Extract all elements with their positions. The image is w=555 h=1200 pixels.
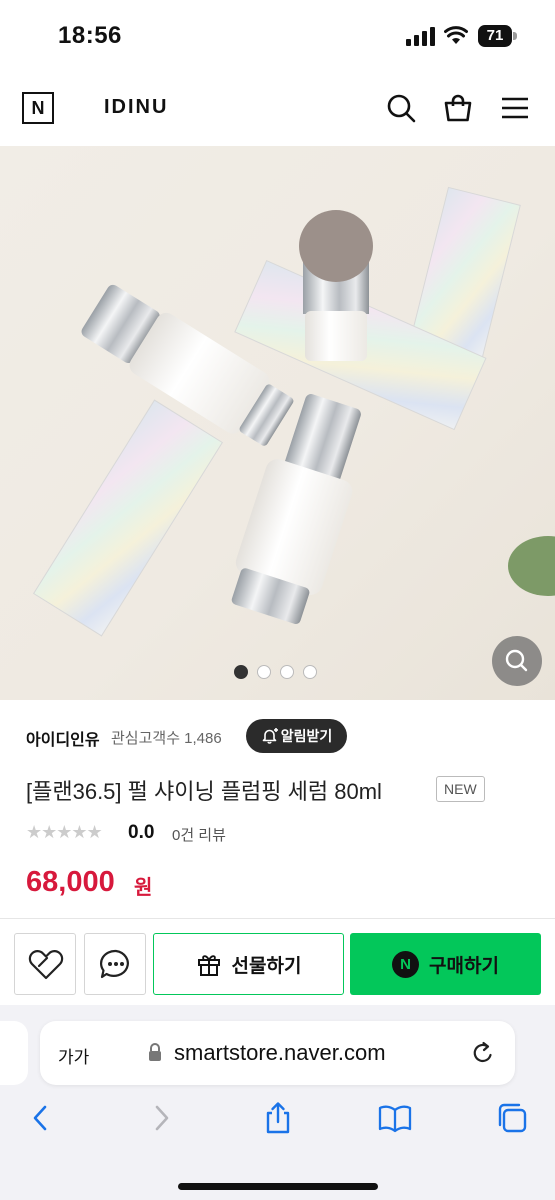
gallery-pagination [234, 665, 317, 679]
text-size-button[interactable]: 가가 [58, 1043, 89, 1068]
status-time: 18:56 [58, 22, 122, 49]
heart-link-icon [28, 950, 64, 980]
status-bar: 18:56 71 [0, 0, 555, 72]
chat-bubble-icon [99, 949, 129, 979]
gallery-dot[interactable] [280, 665, 294, 679]
reload-icon[interactable] [470, 1040, 496, 1066]
home-indicator [178, 1183, 378, 1190]
gift-button-label: 선물하기 [231, 955, 302, 977]
share-icon[interactable] [261, 1101, 295, 1135]
shopping-bag-icon[interactable] [442, 92, 474, 124]
search-icon[interactable] [385, 92, 417, 124]
zoom-button[interactable] [492, 636, 542, 686]
store-header: N IDINU [0, 72, 555, 146]
product-title: [플랜36.5] 펄 샤이닝 플럼핑 세럼 80ml [26, 779, 382, 804]
rating-stars: ★★★★★ [26, 822, 103, 842]
talk-talk-button[interactable] [84, 933, 146, 995]
zoom-icon [505, 649, 528, 672]
buy-button-label: 구매하기 [429, 955, 499, 977]
wishlist-button[interactable] [14, 933, 76, 995]
back-icon[interactable] [24, 1101, 58, 1135]
rating-score: 0.0 [128, 822, 155, 843]
review-count-link[interactable]: 0건 리뷰 [172, 824, 226, 845]
battery-level: 71 [478, 25, 512, 47]
product-price: 68,000 [26, 866, 115, 898]
product-photo [32, 186, 555, 637]
notification-button[interactable]: 알림받기 [246, 719, 347, 753]
brand-name[interactable]: IDINU [104, 96, 168, 119]
gallery-dot[interactable] [234, 665, 248, 679]
bell-plus-icon [262, 728, 278, 744]
gallery-dot[interactable] [303, 665, 317, 679]
tabs-icon[interactable] [495, 1101, 529, 1135]
brand-logo-badge[interactable]: N [22, 92, 54, 124]
product-image[interactable] [0, 146, 555, 700]
previous-tab-edge[interactable] [0, 1021, 28, 1085]
forward-icon[interactable] [144, 1101, 178, 1135]
notification-button-label: 알림받기 [280, 728, 333, 744]
new-badge: NEW [436, 776, 485, 802]
lock-icon [149, 1043, 161, 1061]
naver-pay-icon: N [392, 950, 420, 978]
menu-icon[interactable] [499, 92, 531, 124]
gift-button[interactable]: 선물하기 [153, 933, 344, 995]
gift-icon [197, 955, 220, 976]
battery-icon: 71 [478, 25, 518, 47]
bookmarks-icon[interactable] [378, 1101, 412, 1135]
address-bar[interactable]: 가가 smartstore.naver.com [40, 1021, 515, 1085]
divider [0, 918, 555, 919]
wifi-icon [444, 26, 468, 44]
price-currency: 원 [134, 877, 153, 899]
url-text[interactable]: smartstore.naver.com [174, 1040, 386, 1066]
interested-customers-count: 관심고객수 1,486 [111, 730, 222, 747]
seller-name[interactable]: 아이디인유 [26, 726, 100, 750]
buy-button[interactable]: N 구매하기 [350, 933, 541, 995]
signal-icon [406, 27, 435, 46]
gallery-dot[interactable] [257, 665, 271, 679]
browser-toolbar: 가가 smartstore.naver.com [0, 1005, 555, 1200]
